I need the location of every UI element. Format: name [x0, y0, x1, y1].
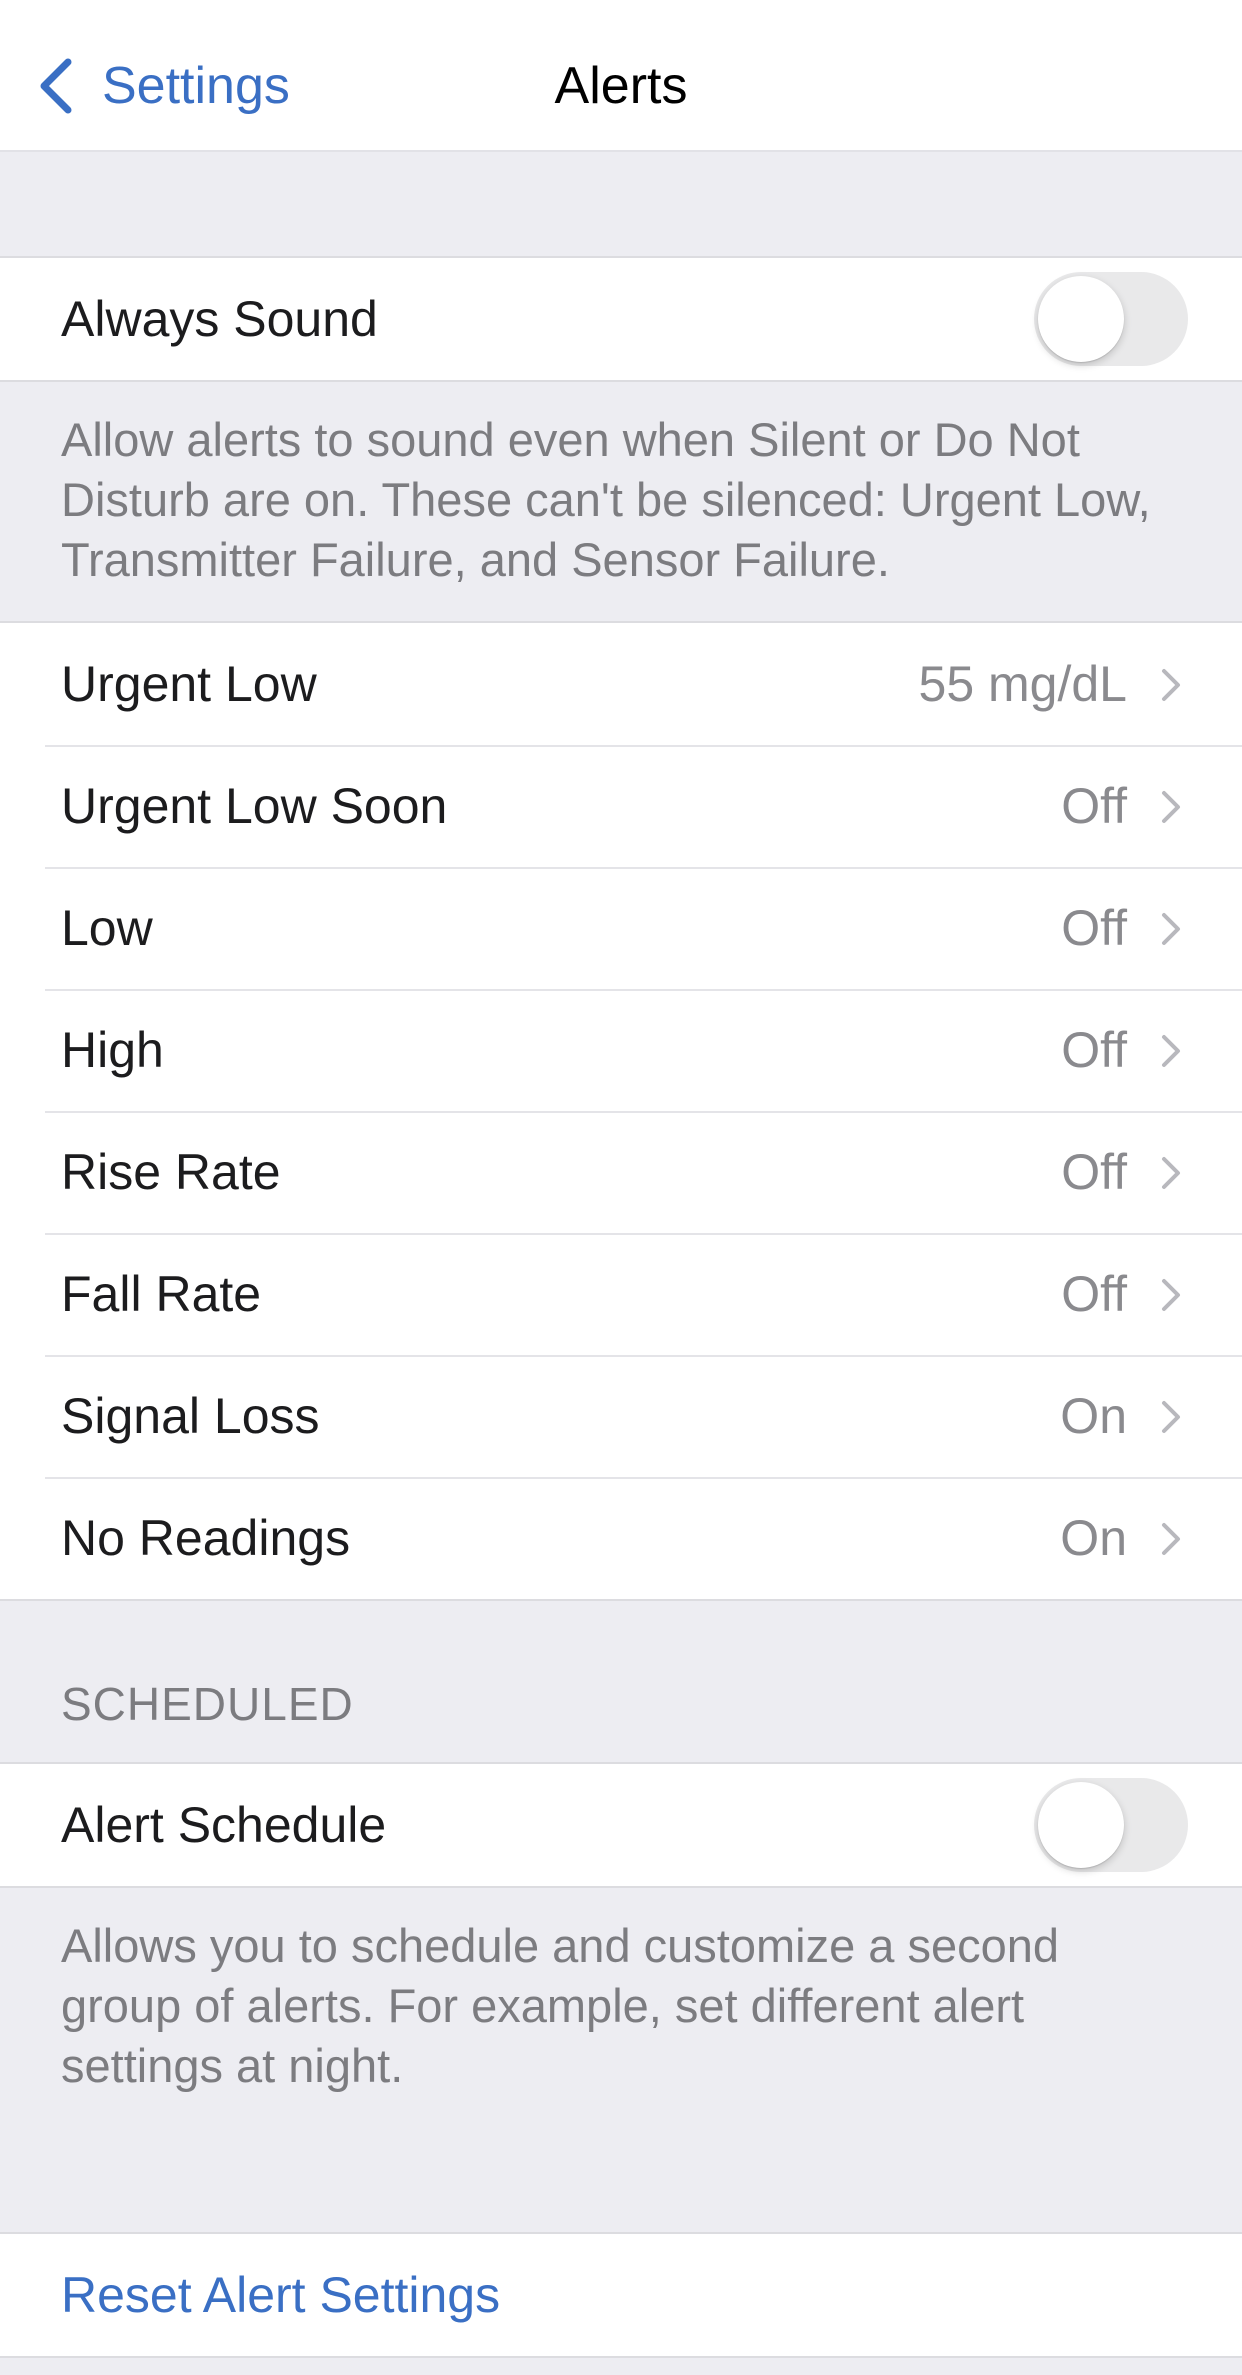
- always-sound-toggle[interactable]: [1034, 272, 1188, 366]
- always-sound-group: Always Sound: [0, 256, 1242, 382]
- always-sound-footnote: Allow alerts to sound even when Silent o…: [61, 413, 1151, 586]
- chevron-right-icon: [1160, 1399, 1182, 1435]
- chevron-right-icon: [1160, 1155, 1182, 1191]
- alert-row-fall-rate[interactable]: Fall Rate Off: [0, 1233, 1242, 1355]
- alert-row-urgent-low-soon[interactable]: Urgent Low Soon Off: [0, 745, 1242, 867]
- alert-row-no-readings[interactable]: No Readings On: [0, 1477, 1242, 1599]
- alert-label: High: [61, 1022, 164, 1078]
- reset-group: Reset Alert Settings: [0, 2232, 1242, 2358]
- navigation-bar: Settings Alerts: [0, 0, 1242, 152]
- page-title: Alerts: [554, 57, 688, 115]
- alert-value: Off: [1061, 900, 1127, 956]
- chevron-right-icon: [1160, 911, 1182, 947]
- chevron-right-icon: [1160, 1033, 1182, 1069]
- alert-row-low[interactable]: Low Off: [0, 867, 1242, 989]
- alert-schedule-toggle[interactable]: [1034, 1778, 1188, 1872]
- chevron-right-icon: [1160, 1277, 1182, 1313]
- alert-label: Urgent Low: [61, 656, 317, 712]
- alert-row-signal-loss[interactable]: Signal Loss On: [0, 1355, 1242, 1477]
- chevron-right-icon: [1160, 789, 1182, 825]
- toggle-knob: [1038, 276, 1124, 362]
- scheduled-section-header: SCHEDULED: [61, 1678, 354, 1730]
- toggle-knob: [1038, 1782, 1124, 1868]
- alert-value: On: [1060, 1510, 1127, 1566]
- alert-schedule-label: Alert Schedule: [61, 1797, 387, 1853]
- alert-label: Signal Loss: [61, 1388, 320, 1444]
- always-sound-row: Always Sound: [0, 258, 1242, 380]
- alert-label: Low: [61, 900, 153, 956]
- alert-label: No Readings: [61, 1510, 351, 1566]
- alert-label: Fall Rate: [61, 1266, 262, 1322]
- alerts-list: Urgent Low 55 mg/dL Urgent Low Soon Off …: [0, 621, 1242, 1601]
- alert-value: Off: [1061, 778, 1127, 834]
- always-sound-label: Always Sound: [61, 291, 378, 347]
- alert-value: Off: [1061, 1022, 1127, 1078]
- alert-row-high[interactable]: High Off: [0, 989, 1242, 1111]
- alert-value: On: [1060, 1388, 1127, 1444]
- alert-value: Off: [1061, 1266, 1127, 1322]
- alert-schedule-group: Alert Schedule: [0, 1762, 1242, 1888]
- alert-row-rise-rate[interactable]: Rise Rate Off: [0, 1111, 1242, 1233]
- reset-alert-settings-button[interactable]: Reset Alert Settings: [0, 2234, 1242, 2356]
- alert-value: 55 mg/dL: [918, 656, 1127, 712]
- alert-row-urgent-low[interactable]: Urgent Low 55 mg/dL: [0, 623, 1242, 745]
- chevron-right-icon: [1160, 667, 1182, 703]
- alert-label: Rise Rate: [61, 1144, 281, 1200]
- chevron-right-icon: [1160, 1521, 1182, 1557]
- alert-schedule-footnote: Allows you to schedule and customize a s…: [61, 1919, 1060, 2092]
- alert-label: Urgent Low Soon: [61, 778, 448, 834]
- alert-schedule-row: Alert Schedule: [0, 1764, 1242, 1886]
- alerts-screen: Settings Alerts Always Sound Allow alert…: [0, 0, 1242, 2375]
- reset-alert-settings-label[interactable]: Reset Alert Settings: [61, 2265, 500, 2325]
- alert-value: Off: [1061, 1144, 1127, 1200]
